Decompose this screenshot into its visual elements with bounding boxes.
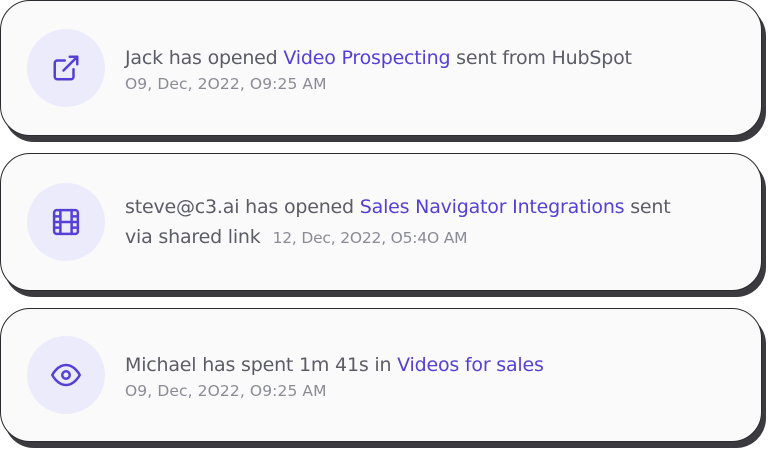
video-link[interactable]: Videos for sales: [397, 354, 544, 376]
suffix-text: sent from HubSpot: [450, 47, 632, 69]
notification-feed: Jack has opened Video Prospecting sent f…: [0, 0, 768, 452]
notification-message: steve@c3.ai has opened Sales Navigator I…: [125, 192, 671, 222]
eye-icon: [27, 336, 105, 414]
film-icon: [27, 183, 105, 261]
actor-name: steve@c3.ai: [125, 195, 240, 218]
notification-message: Jack has opened Video Prospecting sent f…: [125, 43, 632, 73]
timestamp: 12, Dec, 2O22, O5:4O AM: [272, 228, 468, 247]
actor-name: Jack: [125, 47, 163, 69]
notification-message: Michael has spent 1m 41s in Videos for s…: [125, 350, 544, 380]
notification-text: steve@c3.ai has opened Sales Navigator I…: [125, 192, 671, 253]
action-text: has opened: [162, 47, 284, 69]
suffix-text: sent: [624, 195, 671, 218]
notification-card[interactable]: Jack has opened Video Prospecting sent f…: [0, 0, 762, 136]
action-text: has opened: [239, 195, 360, 218]
notification-card[interactable]: Michael has spent 1m 41s in Videos for s…: [0, 308, 762, 442]
video-link[interactable]: Video Prospecting: [283, 47, 450, 69]
suffix-text-line2: via shared link: [125, 225, 261, 248]
notification-text: Jack has opened Video Prospecting sent f…: [125, 43, 632, 93]
action-text: has spent 1m 41s in: [196, 354, 398, 376]
notification-card[interactable]: steve@c3.ai has opened Sales Navigator I…: [0, 153, 762, 291]
timestamp: O9, Dec, 2O22, O9:25 AM: [125, 75, 327, 93]
notification-card-wrapper: Jack has opened Video Prospecting sent f…: [0, 0, 766, 142]
external-link-icon: [27, 29, 105, 107]
actor-name: Michael: [125, 354, 197, 376]
notification-text: Michael has spent 1m 41s in Videos for s…: [125, 350, 544, 400]
notification-card-wrapper: steve@c3.ai has opened Sales Navigator I…: [0, 153, 766, 297]
notification-card-wrapper: Michael has spent 1m 41s in Videos for s…: [0, 308, 766, 448]
video-link[interactable]: Sales Navigator Integrations: [360, 196, 625, 218]
notification-message-line2: via shared link 12, Dec, 2O22, O5:4O AM: [125, 222, 671, 253]
timestamp: O9, Dec, 2O22, O9:25 AM: [125, 382, 327, 400]
